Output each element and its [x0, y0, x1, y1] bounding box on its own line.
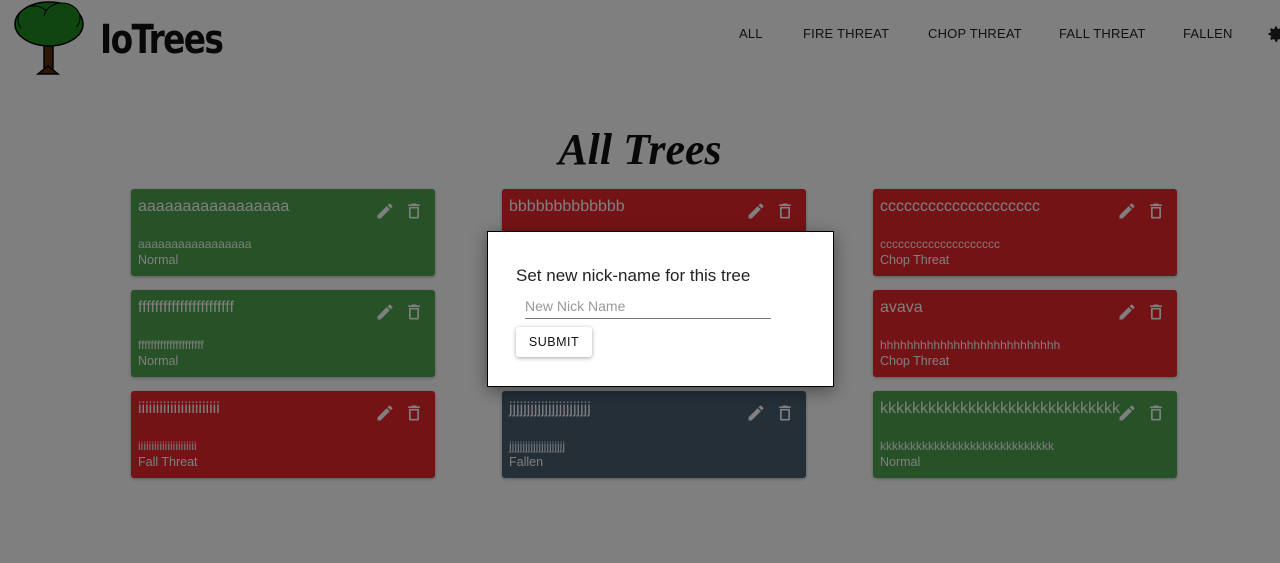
nickname-dialog: Set new nick-name for this tree SUBMIT [487, 231, 834, 387]
submit-button[interactable]: SUBMIT [516, 327, 592, 357]
nickname-input[interactable] [525, 294, 771, 319]
dialog-title: Set new nick-name for this tree [516, 266, 751, 285]
